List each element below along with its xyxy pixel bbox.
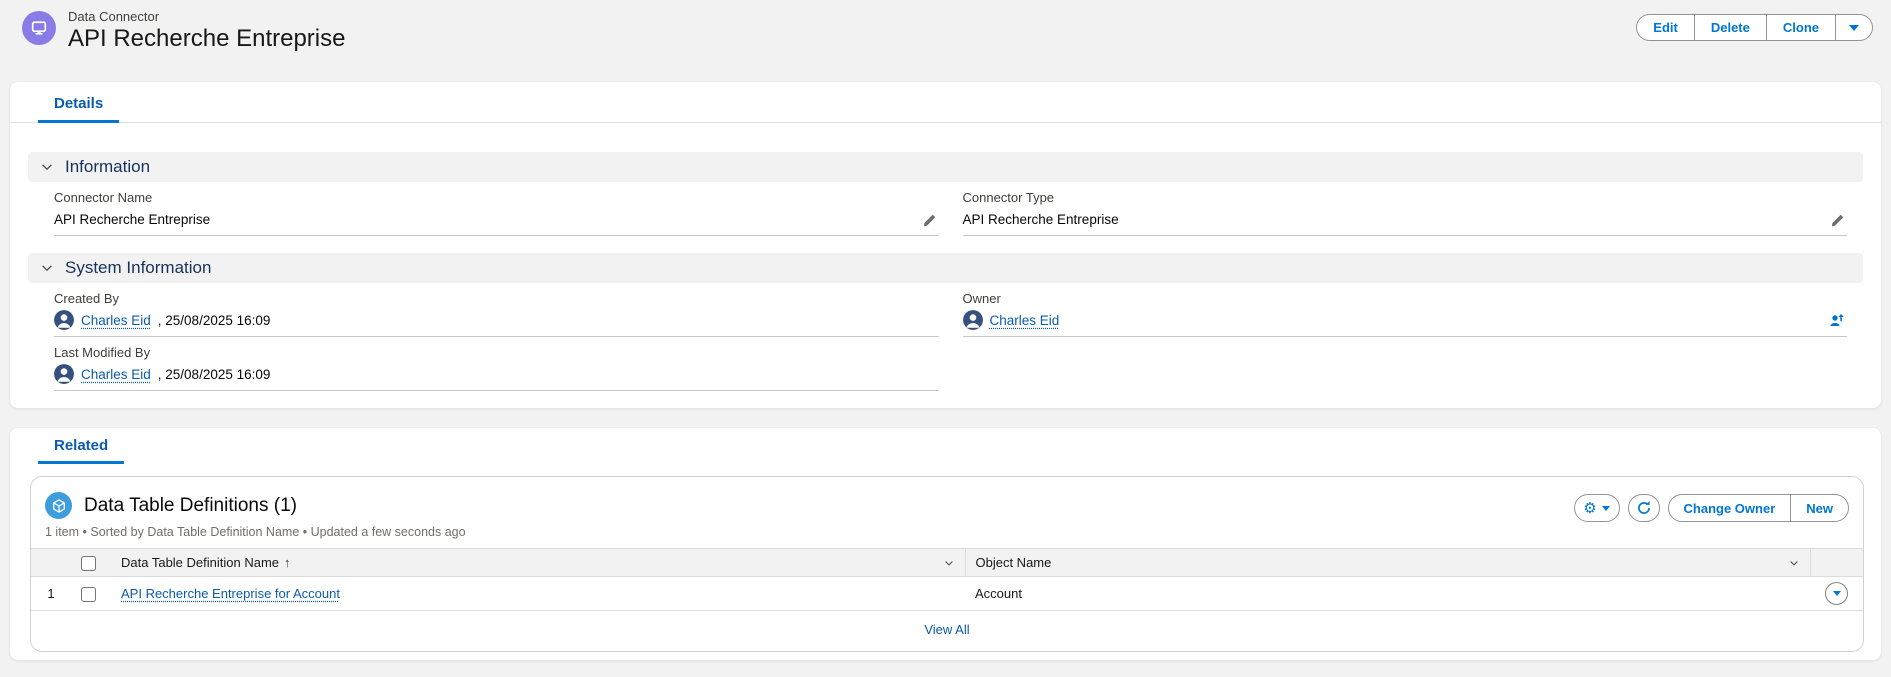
details-body: Information Connector Name API Recherche… <box>10 123 1881 391</box>
field-owner: Owner Charles Eid <box>963 283 1848 337</box>
clone-button[interactable]: Clone <box>1767 14 1836 41</box>
refresh-button[interactable] <box>1628 494 1660 522</box>
field-connector-type: Connector Type API Recherche Entreprise <box>963 182 1848 236</box>
tab-details[interactable]: Details <box>38 95 119 122</box>
table-header-row: Data Table Definition Name ↑ Object Name <box>31 549 1863 577</box>
related-list-actions: ⚙ Change Owner New <box>1574 494 1849 522</box>
header-row-number-cell <box>31 549 71 577</box>
last-modified-by-label: Last Modified By <box>54 345 909 360</box>
data-table-definitions-table: Data Table Definition Name ↑ Object Name <box>31 548 1863 611</box>
record-header: Data Connector API Recherche Entreprise … <box>22 6 1873 53</box>
sort-ascending-icon: ↑ <box>284 555 291 570</box>
refresh-icon <box>1636 500 1652 516</box>
avatar <box>963 310 983 330</box>
record-type-label: Data Connector <box>68 9 345 24</box>
gear-icon: ⚙ <box>1583 501 1596 516</box>
column-menu-chevron-icon[interactable] <box>943 557 955 569</box>
definition-name-link[interactable]: API Recherche Entreprise for Account <box>121 586 340 601</box>
related-list-meta: 1 item • Sorted by Data Table Definition… <box>45 525 466 539</box>
created-by-label: Created By <box>54 291 909 306</box>
related-list-header: Data Table Definitions (1) 1 item • Sort… <box>31 477 1863 539</box>
tab-related[interactable]: Related <box>38 437 124 464</box>
avatar <box>54 310 74 330</box>
delete-button[interactable]: Delete <box>1695 14 1767 41</box>
owner-user-link[interactable]: Charles Eid <box>990 313 1060 328</box>
connector-type-value: API Recherche Entreprise <box>963 212 1119 227</box>
system-information-fields: Created By Charles Eid , 25/08/2025 16:0… <box>28 283 1863 391</box>
details-card: Details Information Connector Name API R… <box>10 82 1881 408</box>
record-identity: Data Connector API Recherche Entreprise <box>22 6 345 53</box>
information-fields: Connector Name API Recherche Entreprise … <box>28 182 1863 236</box>
last-modified-by-user-link[interactable]: Charles Eid <box>81 367 151 382</box>
last-modified-by-datetime: , 25/08/2025 16:09 <box>158 367 271 382</box>
field-connector-name: Connector Name API Recherche Entreprise <box>54 182 939 236</box>
related-list-button-group: Change Owner New <box>1668 494 1849 522</box>
row-object-cell: Account <box>965 577 1810 611</box>
section-system-information-title: System Information <box>65 258 211 278</box>
row-checkbox-cell <box>71 577 111 611</box>
cube-icon <box>45 492 72 519</box>
created-by-datetime: , 25/08/2025 16:09 <box>158 313 271 328</box>
row-actions-menu-button[interactable] <box>1825 582 1848 605</box>
list-settings-button[interactable]: ⚙ <box>1574 494 1620 522</box>
section-information-title: Information <box>65 157 150 177</box>
chevron-down-icon <box>1849 25 1859 31</box>
row-action-cell <box>1810 577 1863 611</box>
table-row: 1 API Recherche Entreprise for Account A… <box>31 577 1863 611</box>
view-all-link[interactable]: View All <box>924 622 969 637</box>
connector-name-value: API Recherche Entreprise <box>54 212 210 227</box>
header-checkbox-cell <box>71 549 111 577</box>
related-list-footer: View All <box>31 611 1863 648</box>
section-system-information-header[interactable]: System Information <box>28 253 1863 283</box>
row-checkbox[interactable] <box>81 587 96 602</box>
data-connector-icon <box>22 11 56 45</box>
edit-button[interactable]: Edit <box>1636 14 1695 41</box>
field-created-by: Created By Charles Eid , 25/08/2025 16:0… <box>54 283 939 337</box>
column-object-label: Object Name <box>976 555 1052 570</box>
section-information-header[interactable]: Information <box>28 152 1863 182</box>
chevron-down-icon <box>1833 591 1841 596</box>
data-table-definitions-list: Data Table Definitions (1) 1 item • Sort… <box>30 476 1864 652</box>
page: Data Connector API Recherche Entreprise … <box>0 0 1891 677</box>
created-by-user-link[interactable]: Charles Eid <box>81 313 151 328</box>
related-card: Related Data Table Definitions (1) <box>10 428 1881 660</box>
more-actions-button[interactable] <box>1836 14 1873 41</box>
new-button[interactable]: New <box>1791 494 1849 522</box>
chevron-down-icon <box>1602 506 1610 511</box>
record-titles: Data Connector API Recherche Entreprise <box>68 6 345 53</box>
edit-connector-name-button[interactable] <box>923 213 937 227</box>
avatar <box>54 364 74 384</box>
tab-details-label: Details <box>54 95 103 112</box>
change-owner-button[interactable]: Change Owner <box>1668 494 1792 522</box>
owner-label: Owner <box>963 291 1818 306</box>
column-menu-chevron-icon[interactable] <box>1788 557 1800 569</box>
connector-type-label: Connector Type <box>963 190 1818 205</box>
header-action-cell <box>1810 549 1863 577</box>
edit-connector-type-button[interactable] <box>1831 213 1845 227</box>
related-tabbar: Related <box>10 428 1881 464</box>
related-list-title[interactable]: Data Table Definitions (1) <box>84 495 297 517</box>
empty-grid-cell <box>963 337 1848 391</box>
tab-related-label: Related <box>54 437 108 454</box>
related-list-title-block: Data Table Definitions (1) 1 item • Sort… <box>45 492 466 539</box>
change-owner-icon[interactable] <box>1829 312 1845 328</box>
column-header-object[interactable]: Object Name <box>965 549 1810 577</box>
details-tabbar: Details <box>10 82 1881 123</box>
column-header-name[interactable]: Data Table Definition Name ↑ <box>111 549 965 577</box>
page-title: API Recherche Entreprise <box>68 25 345 53</box>
field-last-modified-by: Last Modified By Charles Eid , 25/08/202… <box>54 337 939 391</box>
chevron-down-icon <box>40 261 54 275</box>
column-name-label: Data Table Definition Name <box>121 555 279 570</box>
select-all-checkbox[interactable] <box>81 556 96 571</box>
record-action-buttons: Edit Delete Clone <box>1636 14 1873 41</box>
chevron-down-icon <box>40 160 54 174</box>
row-name-cell: API Recherche Entreprise for Account <box>111 577 965 611</box>
row-number: 1 <box>31 577 71 611</box>
connector-name-label: Connector Name <box>54 190 909 205</box>
